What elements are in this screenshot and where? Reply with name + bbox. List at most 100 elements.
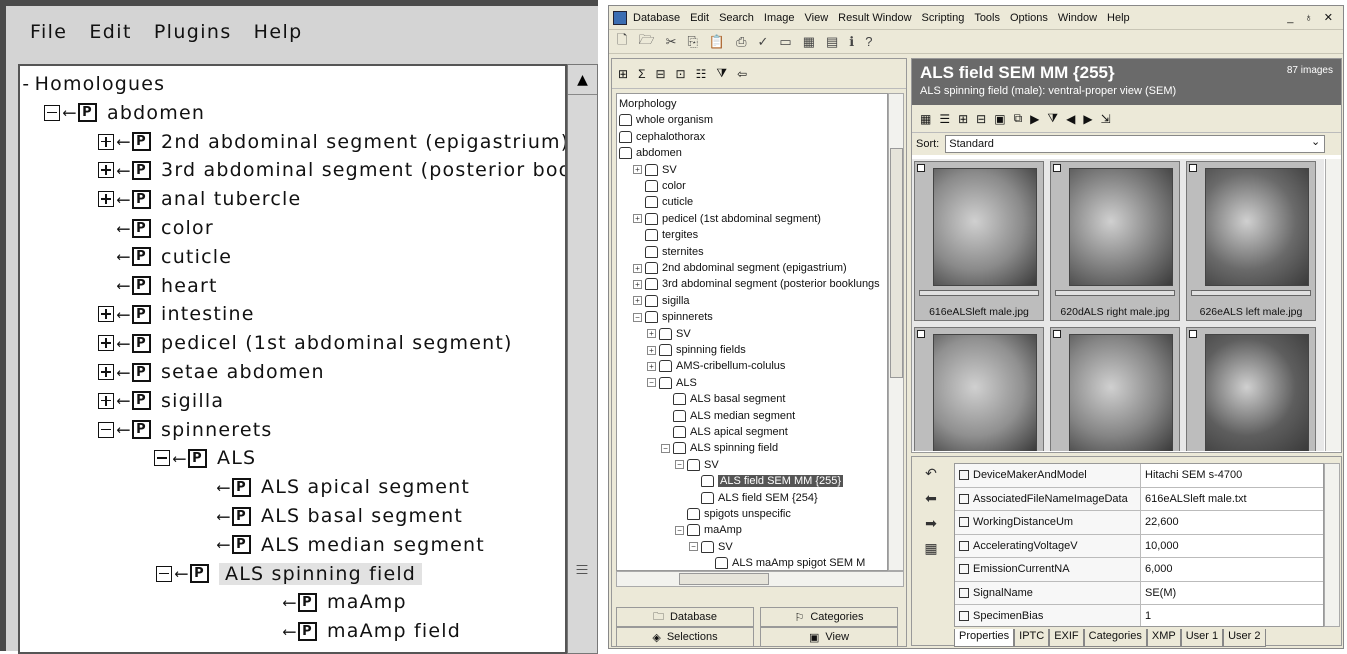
tab-properties[interactable]: Properties bbox=[954, 629, 1015, 647]
homologue-node[interactable]: ⟵ PmaAmp field bbox=[282, 617, 461, 645]
collapse-icon[interactable]: − bbox=[661, 443, 670, 453]
category-node[interactable]: cuticle bbox=[633, 194, 693, 210]
category-node[interactable]: − ALS spinning field bbox=[661, 440, 778, 456]
tab-exif[interactable]: EXIF bbox=[1049, 629, 1084, 647]
collapse-icon[interactable] bbox=[156, 565, 172, 582]
category-node[interactable]: + sigilla bbox=[633, 293, 690, 309]
panel-icon[interactable]: ▤ bbox=[826, 34, 838, 50]
category-node[interactable]: whole organism bbox=[619, 112, 713, 128]
homologue-node[interactable]: ⟵ Pheart bbox=[116, 272, 218, 300]
tree-icon[interactable]: ⊟ bbox=[655, 67, 665, 81]
previous-icon[interactable]: ◀ bbox=[1066, 112, 1075, 126]
category-node[interactable]: − SV bbox=[675, 457, 719, 473]
menu-options[interactable]: Options bbox=[1010, 12, 1048, 24]
collapse-icon[interactable] bbox=[154, 450, 170, 467]
menu-scripting[interactable]: Scripting bbox=[922, 12, 965, 24]
category-node[interactable]: +2nd abdominal segment (epigastrium) bbox=[633, 260, 847, 276]
category-node[interactable]: − spinnerets bbox=[633, 309, 713, 325]
homologue-node[interactable]: ⟵ P ALS bbox=[154, 444, 256, 472]
window-controls[interactable]: _ ♁ ✕ bbox=[1287, 11, 1337, 24]
image-thumbnail[interactable] bbox=[914, 327, 1044, 451]
scroll-up-arrow-icon[interactable]: ▲ bbox=[568, 65, 597, 95]
category-node[interactable]: + spinning fields bbox=[647, 342, 746, 358]
category-node[interactable]: sternites bbox=[633, 244, 704, 260]
compare-icon[interactable]: ⧉ bbox=[1014, 111, 1023, 126]
category-node[interactable]: ALS basal segment bbox=[661, 391, 785, 407]
slideshow-icon[interactable]: ▶ bbox=[1030, 112, 1039, 126]
homologue-node[interactable]: ⟵ PmaAmp bbox=[282, 588, 407, 616]
thumb-small-icon[interactable]: ⊞ bbox=[958, 112, 968, 126]
cut-icon[interactable]: ✂ bbox=[666, 34, 677, 50]
homologue-node[interactable]: ⟵ Pcolor bbox=[116, 214, 214, 242]
expand-icon[interactable]: + bbox=[633, 214, 642, 224]
category-node[interactable]: + SV bbox=[647, 326, 691, 342]
property-checkbox-icon[interactable] bbox=[959, 493, 969, 504]
category-node[interactable]: +3rd abdominal segment (posterior booklu… bbox=[633, 276, 880, 292]
category-node[interactable]: ALS field SEM MM {255} bbox=[689, 473, 844, 489]
category-node[interactable]: ALS field SEM {254} bbox=[689, 490, 818, 506]
expand-icon[interactable]: + bbox=[633, 279, 642, 289]
category-node[interactable]: + pedicel (1st abdominal segment) bbox=[633, 211, 821, 227]
property-row[interactable]: DeviceMakerAndModel Hitachi SEM s-4700 bbox=[955, 464, 1323, 488]
property-checkbox-icon[interactable] bbox=[959, 470, 969, 481]
new-icon[interactable]: 🗋 bbox=[617, 31, 627, 53]
category-node[interactable]: cephalothorax bbox=[619, 129, 705, 145]
homologue-node[interactable]: ⟵ P 2nd abdominal segment (epigastrium) bbox=[98, 128, 565, 156]
collapse-icon[interactable]: − bbox=[675, 525, 684, 535]
layout-icon[interactable]: ▦ bbox=[803, 34, 815, 50]
menu-window[interactable]: Window bbox=[1058, 12, 1097, 24]
film-icon[interactable]: ▣ bbox=[994, 112, 1005, 126]
tab-xmp[interactable]: XMP bbox=[1146, 629, 1181, 647]
expand-icon[interactable]: + bbox=[647, 329, 656, 339]
filter-icon[interactable]: ⧩ bbox=[1047, 111, 1058, 126]
category-hscrollbar[interactable] bbox=[616, 571, 904, 587]
property-value[interactable]: 616eALSleft male.txt bbox=[1141, 488, 1247, 511]
property-scrollbar[interactable] bbox=[1324, 463, 1340, 627]
homologue-node[interactable]: ⟵ Panal tubercle bbox=[98, 185, 301, 213]
category-node[interactable]: + AMS-cribellum-colulus bbox=[647, 358, 785, 374]
print-icon[interactable]: ⎙ bbox=[736, 34, 746, 50]
property-row[interactable]: SpecimenBias 1 bbox=[955, 605, 1323, 626]
expand-icon[interactable] bbox=[98, 364, 114, 380]
property-row[interactable]: WorkingDistanceUm 22,600 bbox=[955, 511, 1323, 535]
homologue-node[interactable]: ⟵ P ALS apical segment bbox=[216, 473, 470, 501]
property-checkbox-icon[interactable] bbox=[959, 611, 969, 622]
property-row[interactable]: AssociatedFileNameImageData 616eALSleft m… bbox=[955, 487, 1323, 511]
image-thumbnail[interactable]: 616eALSleft male.jpg bbox=[914, 161, 1044, 321]
property-checkbox-icon[interactable] bbox=[959, 564, 969, 575]
collapse-icon[interactable]: − bbox=[647, 378, 656, 388]
next-icon[interactable]: ▶ bbox=[1083, 112, 1092, 126]
menu-database[interactable]: Database bbox=[633, 12, 680, 24]
info-icon[interactable]: ℹ bbox=[849, 34, 854, 50]
menu-edit[interactable]: Edit bbox=[89, 21, 131, 43]
expand-icon[interactable]: + bbox=[633, 165, 642, 175]
view-button[interactable]: ▣ View bbox=[760, 627, 898, 647]
property-value[interactable]: SE(M) bbox=[1141, 582, 1176, 605]
homologue-node[interactable]: ⟵ Pcuticle bbox=[116, 243, 232, 271]
homologue-node[interactable]: ⟵ Pspinnerets bbox=[98, 416, 273, 444]
menu-plugins[interactable]: Plugins bbox=[154, 21, 232, 43]
tab-iptc[interactable]: IPTC bbox=[1014, 629, 1050, 647]
homologue-node[interactable]: ⟵ Pabdomen bbox=[44, 99, 205, 127]
expand-all-icon[interactable]: ⊞ bbox=[618, 67, 628, 81]
property-row[interactable]: SignalName SE(M) bbox=[955, 581, 1323, 605]
image-thumbnail[interactable] bbox=[1050, 327, 1180, 451]
menu-file[interactable]: File bbox=[30, 21, 67, 43]
category-node[interactable]: ALS maAmp spigot SEM M bbox=[703, 555, 865, 570]
expand-icon[interactable] bbox=[98, 191, 114, 208]
expand-icon[interactable]: + bbox=[647, 345, 656, 355]
context-help-icon[interactable]: ? bbox=[865, 34, 872, 49]
collapse-icon[interactable]: − bbox=[633, 312, 642, 322]
forward-arrow-icon[interactable]: ➡ bbox=[925, 515, 937, 532]
expand-icon[interactable] bbox=[98, 306, 114, 323]
expand-icon[interactable]: + bbox=[647, 361, 656, 371]
list-view-icon[interactable]: ☰ bbox=[939, 112, 950, 126]
left-tree-scrollbar[interactable]: ▲ — — — bbox=[567, 64, 598, 654]
homologue-node[interactable]: ⟵ P ALS basal segment bbox=[216, 502, 463, 530]
export-icon[interactable]: ⇲ bbox=[1101, 112, 1111, 126]
menu-view[interactable]: View bbox=[805, 12, 829, 24]
menu-tools[interactable]: Tools bbox=[974, 12, 1000, 24]
homologue-node[interactable]: ⟵ Ppedicel (1st abdominal segment) bbox=[98, 329, 513, 357]
category-node[interactable]: tergites bbox=[633, 227, 698, 243]
thumb-large-icon[interactable]: ⊟ bbox=[976, 112, 986, 126]
